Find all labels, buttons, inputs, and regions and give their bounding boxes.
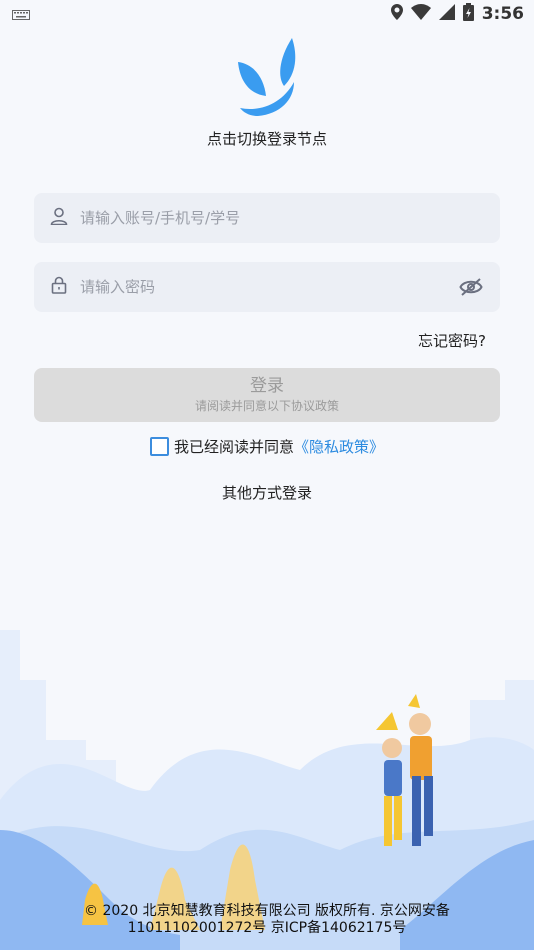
account-field[interactable]: [34, 193, 500, 243]
wifi-icon: [410, 4, 431, 24]
keyboard-icon: [12, 5, 30, 24]
other-login-methods[interactable]: 其他方式登录: [0, 482, 534, 503]
status-time: 3:56: [481, 4, 524, 24]
login-button-hint: 请阅读并同意以下协议政策: [194, 399, 339, 413]
eye-off-icon[interactable]: [458, 274, 484, 300]
status-icons: 3:56: [390, 3, 524, 25]
copyright-line-1: © 2020 北京知慧教育科技有限公司 版权所有. 京公网安备: [84, 903, 450, 919]
password-field[interactable]: [34, 262, 500, 312]
copyright-footer: © 2020 北京知慧教育科技有限公司 版权所有. 京公网安备 11011102…: [0, 903, 534, 937]
app-logo: [236, 38, 298, 118]
status-bar: 3:56: [0, 0, 534, 28]
password-input[interactable]: [78, 277, 458, 297]
login-button-label: 登录: [250, 376, 284, 396]
battery-icon: [462, 3, 474, 25]
switch-login-node[interactable]: 点击切换登录节点: [0, 128, 534, 149]
lock-icon: [50, 276, 68, 298]
forgot-password-link[interactable]: 忘记密码?: [418, 330, 486, 351]
city-illustration: [0, 630, 534, 950]
agreement-checkbox[interactable]: [149, 437, 169, 456]
location-icon: [390, 4, 403, 24]
account-input[interactable]: [78, 208, 500, 228]
user-icon: [50, 207, 68, 229]
agreement-text: 我已经阅读并同意: [173, 438, 294, 456]
agreement-row: 我已经阅读并同意 《隐私政策》: [0, 436, 534, 457]
login-button[interactable]: 登录 请阅读并同意以下协议政策: [34, 368, 500, 422]
copyright-line-2: 11011102001272号 京ICP备14062175号: [127, 920, 407, 936]
privacy-policy-link[interactable]: 《隐私政策》: [294, 436, 384, 457]
signal-icon: [438, 4, 455, 24]
